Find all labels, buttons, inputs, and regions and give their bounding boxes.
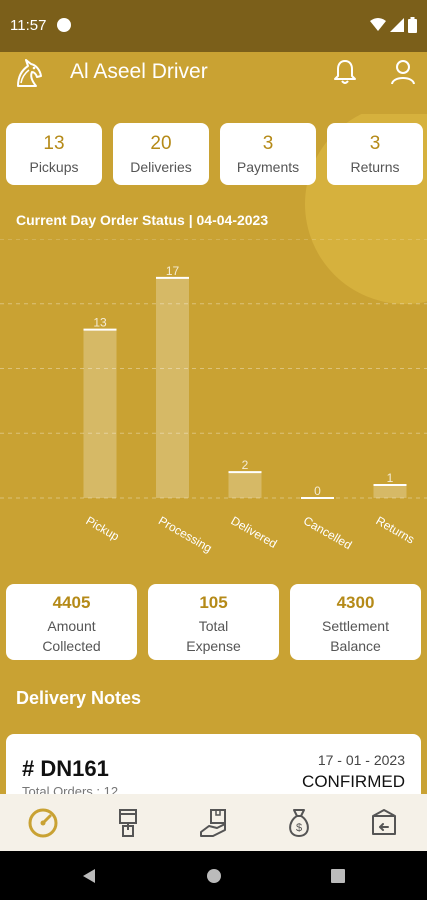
nav-pickup[interactable] — [85, 794, 170, 851]
summary-card-amount-collected[interactable]: 4405 Amount Collected — [6, 584, 137, 660]
chart-bar-delivered[interactable] — [228, 472, 262, 498]
svg-text:$: $ — [296, 822, 302, 834]
wifi-icon — [370, 18, 386, 31]
dashboard-icon — [28, 808, 58, 837]
delivery-note-status: CONFIRMED — [302, 772, 405, 791]
summary-label-line1: Amount — [47, 618, 96, 634]
main-content: 13 Pickups 20 Deliveries 3 Payments 3 Re… — [0, 114, 427, 794]
chart-bar-processing[interactable] — [156, 277, 189, 498]
summary-label-line1: Total — [198, 618, 229, 634]
stat-label: Payments — [236, 159, 300, 175]
stat-value: 3 — [262, 133, 274, 154]
summary-value: 105 — [199, 593, 228, 612]
chart-data-label: 2 — [242, 458, 249, 472]
signal-icon — [390, 18, 404, 32]
recents-icon[interactable] — [330, 868, 346, 884]
delivery-note-card[interactable]: # DN161 17 - 01 - 2023 CONFIRMED Total O… — [6, 734, 421, 794]
summary-card-total-expense[interactable]: 105 Total Expense — [148, 584, 279, 660]
stat-card-returns[interactable]: 3 Returns — [327, 123, 423, 185]
summary-value: 4405 — [52, 593, 91, 612]
stat-label: Pickups — [29, 159, 79, 175]
app-title: Al Aseel Driver — [70, 60, 208, 83]
order-status-chart: 13 Pickup 17 Processing 2 Delivered 0 Cancelled… — [0, 239, 427, 555]
battery-icon — [408, 17, 417, 33]
delivery-note-date: 17 - 01 - 2023 — [317, 752, 405, 768]
chart-data-label: 0 — [314, 484, 321, 498]
stat-label: Returns — [350, 159, 400, 175]
summary-value: 4300 — [336, 593, 375, 612]
pickup-icon — [119, 808, 138, 837]
stat-label: Deliveries — [130, 159, 192, 175]
nav-dashboard[interactable] — [0, 794, 85, 851]
notification-app-icon — [57, 18, 71, 32]
chart-data-label: 17 — [166, 264, 180, 278]
chart-bar-returns[interactable] — [373, 485, 407, 498]
payment-icon: $ — [289, 808, 309, 837]
home-icon[interactable] — [206, 868, 222, 884]
user-profile-icon[interactable] — [390, 58, 416, 86]
delivery-icon — [199, 808, 226, 837]
summary-label-line2: Balance — [330, 638, 381, 654]
stat-value: 3 — [369, 133, 381, 154]
bell-icon[interactable] — [332, 58, 358, 86]
stat-card-payments[interactable]: 3 Payments — [220, 123, 316, 185]
chart-data-label: 13 — [93, 316, 107, 330]
stat-value: 13 — [43, 133, 65, 154]
chart-category-label: Returns — [374, 513, 417, 546]
summary-label-line1: Settlement — [322, 618, 389, 634]
summary-card-settlement-balance[interactable]: 4300 Settlement Balance — [290, 584, 421, 660]
nav-delivery[interactable] — [171, 794, 256, 851]
returns-icon — [372, 808, 397, 835]
nav-returns[interactable] — [342, 794, 427, 851]
nav-payment[interactable]: $ — [256, 794, 341, 851]
delivery-note-total-orders: Total Orders : 12 — [22, 784, 119, 794]
chart-title: Current Day Order Status | 04-04-2023 — [16, 212, 269, 228]
chart-category-label: Processing — [156, 513, 214, 555]
chart-category-label: Pickup — [84, 513, 122, 543]
stat-card-pickups[interactable]: 13 Pickups — [6, 123, 102, 185]
back-icon[interactable] — [81, 868, 97, 884]
system-nav-bar — [0, 851, 427, 900]
chart-bar-pickup[interactable] — [83, 329, 117, 498]
app-bar: Al Aseel Driver — [0, 52, 427, 114]
status-bar: 11:57 — [0, 0, 427, 52]
delivery-notes-title: Delivery Notes — [16, 688, 142, 708]
delivery-note-id: # DN161 — [22, 756, 109, 781]
summary-label-line2: Collected — [42, 638, 101, 654]
horse-logo-icon — [17, 59, 42, 87]
summary-label-line2: Expense — [186, 638, 241, 654]
system-icons — [370, 17, 417, 33]
chart-data-label: 1 — [387, 471, 394, 485]
stat-value: 20 — [150, 133, 172, 154]
status-time: 11:57 — [10, 17, 47, 34]
bottom-nav: $ — [0, 794, 427, 851]
stat-card-deliveries[interactable]: 20 Deliveries — [113, 123, 209, 185]
chart-category-label: Cancelled — [301, 513, 354, 552]
chart-category-label: Delivered — [229, 513, 280, 550]
